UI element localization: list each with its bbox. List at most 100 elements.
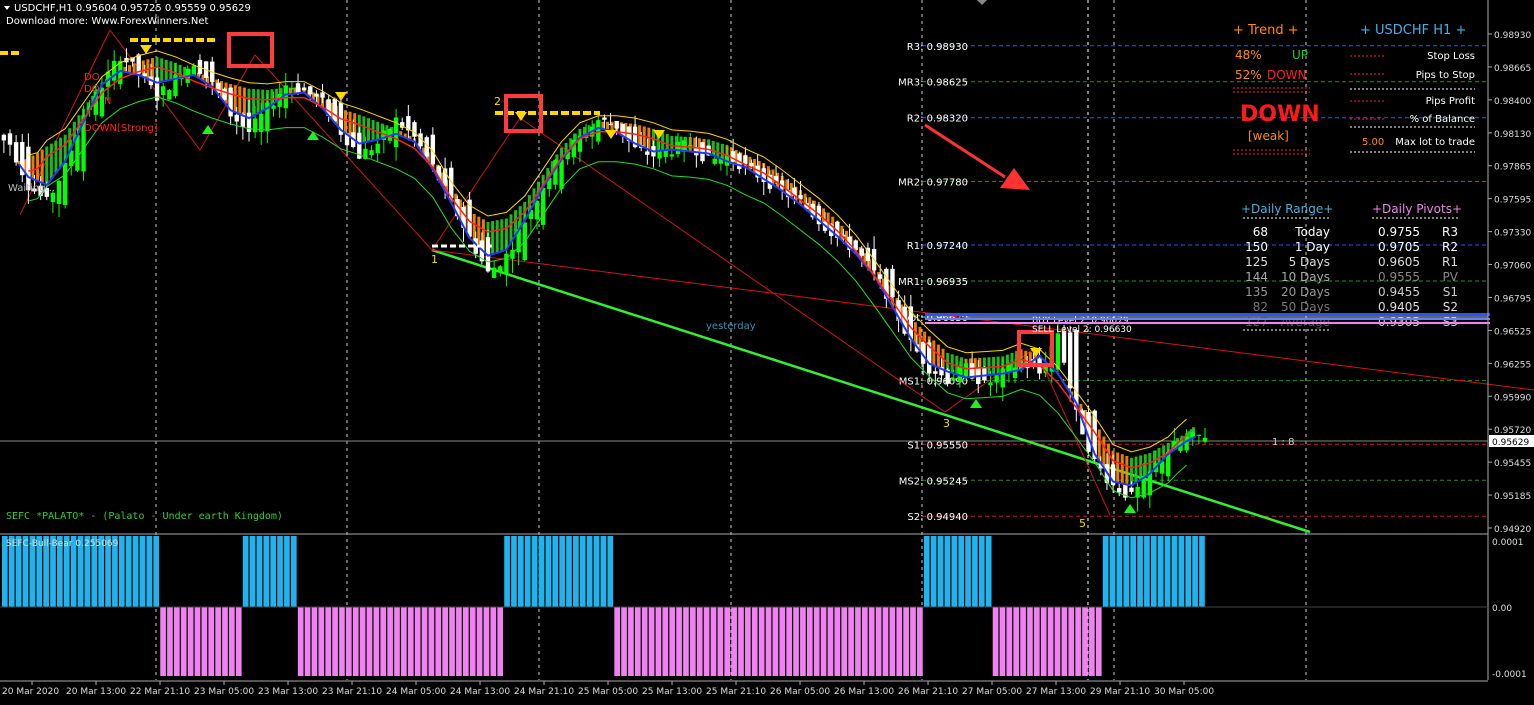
chart-window[interactable]: R3: 0.98930 MR3: 0.98625 R2: 0.98320 MR2: 0…	[0, 0, 1534, 701]
price-tick-label: 0.98400	[1494, 97, 1531, 107]
pct-balance-label: % of Balance	[1410, 114, 1475, 125]
histogram-bar	[311, 607, 318, 676]
histogram-bar	[1130, 536, 1136, 607]
candle-body	[412, 122, 417, 137]
histogram-bar	[786, 607, 792, 676]
histogram-bar	[923, 536, 930, 607]
histogram-bar	[889, 607, 896, 676]
current-price-label: 0.95629	[1492, 438, 1529, 448]
histogram-bar	[1089, 607, 1095, 676]
left-signal-frag-1: DO	[84, 72, 100, 83]
left-signal-frag-2: DO	[84, 84, 100, 95]
candle-body	[375, 143, 380, 154]
pips-to-stop-label: Pips to Stop	[1416, 70, 1475, 81]
histogram-bar	[882, 607, 889, 676]
pivot-value: 0.9555	[1378, 270, 1420, 284]
histogram-bar	[249, 536, 256, 607]
histogram-bar	[579, 536, 586, 607]
histogram-bar	[483, 607, 490, 676]
indicator-axis-bottom: -0.0001	[1492, 670, 1527, 680]
histogram-bar	[703, 607, 710, 676]
histogram-bar	[690, 607, 696, 676]
histogram-bar	[442, 607, 448, 676]
histogram-bar	[256, 536, 263, 607]
time-tick-label: 23 Mar 13:00	[258, 687, 318, 697]
pivot-label: PV	[1443, 270, 1459, 284]
histogram-bar	[146, 536, 153, 607]
range-label: 20 Days	[1281, 285, 1330, 299]
histogram-bar	[834, 607, 841, 676]
histogram-bar	[456, 607, 462, 676]
histogram-bar	[125, 536, 132, 607]
time-tick-label: 26 Mar 05:00	[770, 687, 830, 697]
candle-body	[1129, 487, 1134, 492]
wave-label-5: 5	[1079, 517, 1086, 530]
histogram-bar	[965, 536, 971, 607]
histogram-bar	[999, 607, 1006, 676]
histogram-bar	[1047, 607, 1054, 676]
indicator-axis-top: 0.0001	[1492, 538, 1524, 548]
candle-body	[1196, 434, 1202, 436]
pivot-value: 0.9455	[1378, 285, 1420, 299]
pivot-value: 0.9405	[1378, 300, 1420, 314]
histogram-bar	[263, 536, 270, 607]
footer-caption: SEFC *PALATO* - (Palato - Under earth Ki…	[6, 511, 283, 522]
candle-body	[963, 363, 969, 378]
histogram-bar	[634, 607, 641, 676]
pivot-label: MS1: 0.96090	[899, 377, 968, 388]
range-label: 5 Days	[1289, 255, 1330, 269]
time-tick-label: 24 Mar 05:00	[386, 687, 446, 697]
histogram-bar	[1123, 536, 1130, 607]
symbol-panel-title: + USDCHF H1 +	[1360, 23, 1466, 38]
histogram-bar	[655, 607, 662, 676]
price-tick-label: 0.97865	[1494, 163, 1531, 173]
candle-body	[1055, 333, 1061, 370]
histogram-bar	[765, 607, 772, 676]
histogram-bar	[676, 607, 682, 676]
histogram-bar	[187, 607, 194, 676]
histogram-bar	[407, 607, 414, 676]
buy-level-band	[925, 313, 1490, 316]
candle-body	[1202, 437, 1208, 442]
time-tick-label: 23 Mar 05:00	[194, 687, 254, 697]
histogram-bar	[985, 536, 992, 607]
histogram-bar	[978, 536, 985, 607]
pivot-label: MS2: 0.95245	[899, 476, 968, 487]
histogram-bar	[648, 607, 655, 676]
histogram-bar	[1040, 607, 1047, 676]
histogram-bar	[153, 536, 160, 607]
candle-body	[1117, 488, 1122, 493]
pivot-label: R1	[1442, 255, 1458, 269]
pivot-label: MR2: 0.97780	[898, 177, 968, 188]
histogram-bar	[346, 607, 352, 676]
histogram-bar	[139, 536, 146, 607]
candle-body	[332, 98, 337, 122]
max-lot-label: Max lot to trade	[1395, 137, 1475, 148]
price-tick-label: 0.97595	[1494, 196, 1531, 206]
histogram-bar	[401, 607, 407, 676]
histogram-bar	[793, 607, 799, 676]
range-value: 125	[1245, 255, 1268, 269]
wave-label-2: 2	[494, 95, 501, 108]
candle-body	[161, 86, 166, 95]
symbol-line: USDCHF,H1 0.95604 0.95725 0.95559 0.9562…	[14, 3, 251, 14]
histogram-bar	[174, 607, 180, 676]
histogram-bar	[359, 607, 366, 676]
histogram-bar	[1082, 607, 1088, 676]
ratio-label: 1 : 8	[1272, 437, 1294, 448]
histogram-bar	[820, 607, 827, 676]
time-tick-label: 26 Mar 13:00	[834, 687, 894, 697]
histogram-bar	[352, 607, 359, 676]
histogram-bar	[229, 607, 235, 676]
price-tick-label: 0.96525	[1494, 327, 1531, 337]
pivot-label: R2	[1442, 240, 1458, 254]
histogram-bar	[621, 607, 627, 676]
candle-body	[933, 371, 938, 374]
candle-body	[289, 88, 295, 90]
trend-title: + Trend +	[1233, 23, 1299, 38]
histogram-bar	[538, 536, 545, 607]
histogram-bar	[504, 536, 510, 607]
histogram-bar	[435, 607, 442, 676]
price-tick-label: 0.95455	[1494, 459, 1531, 469]
candle-body	[1061, 331, 1067, 363]
